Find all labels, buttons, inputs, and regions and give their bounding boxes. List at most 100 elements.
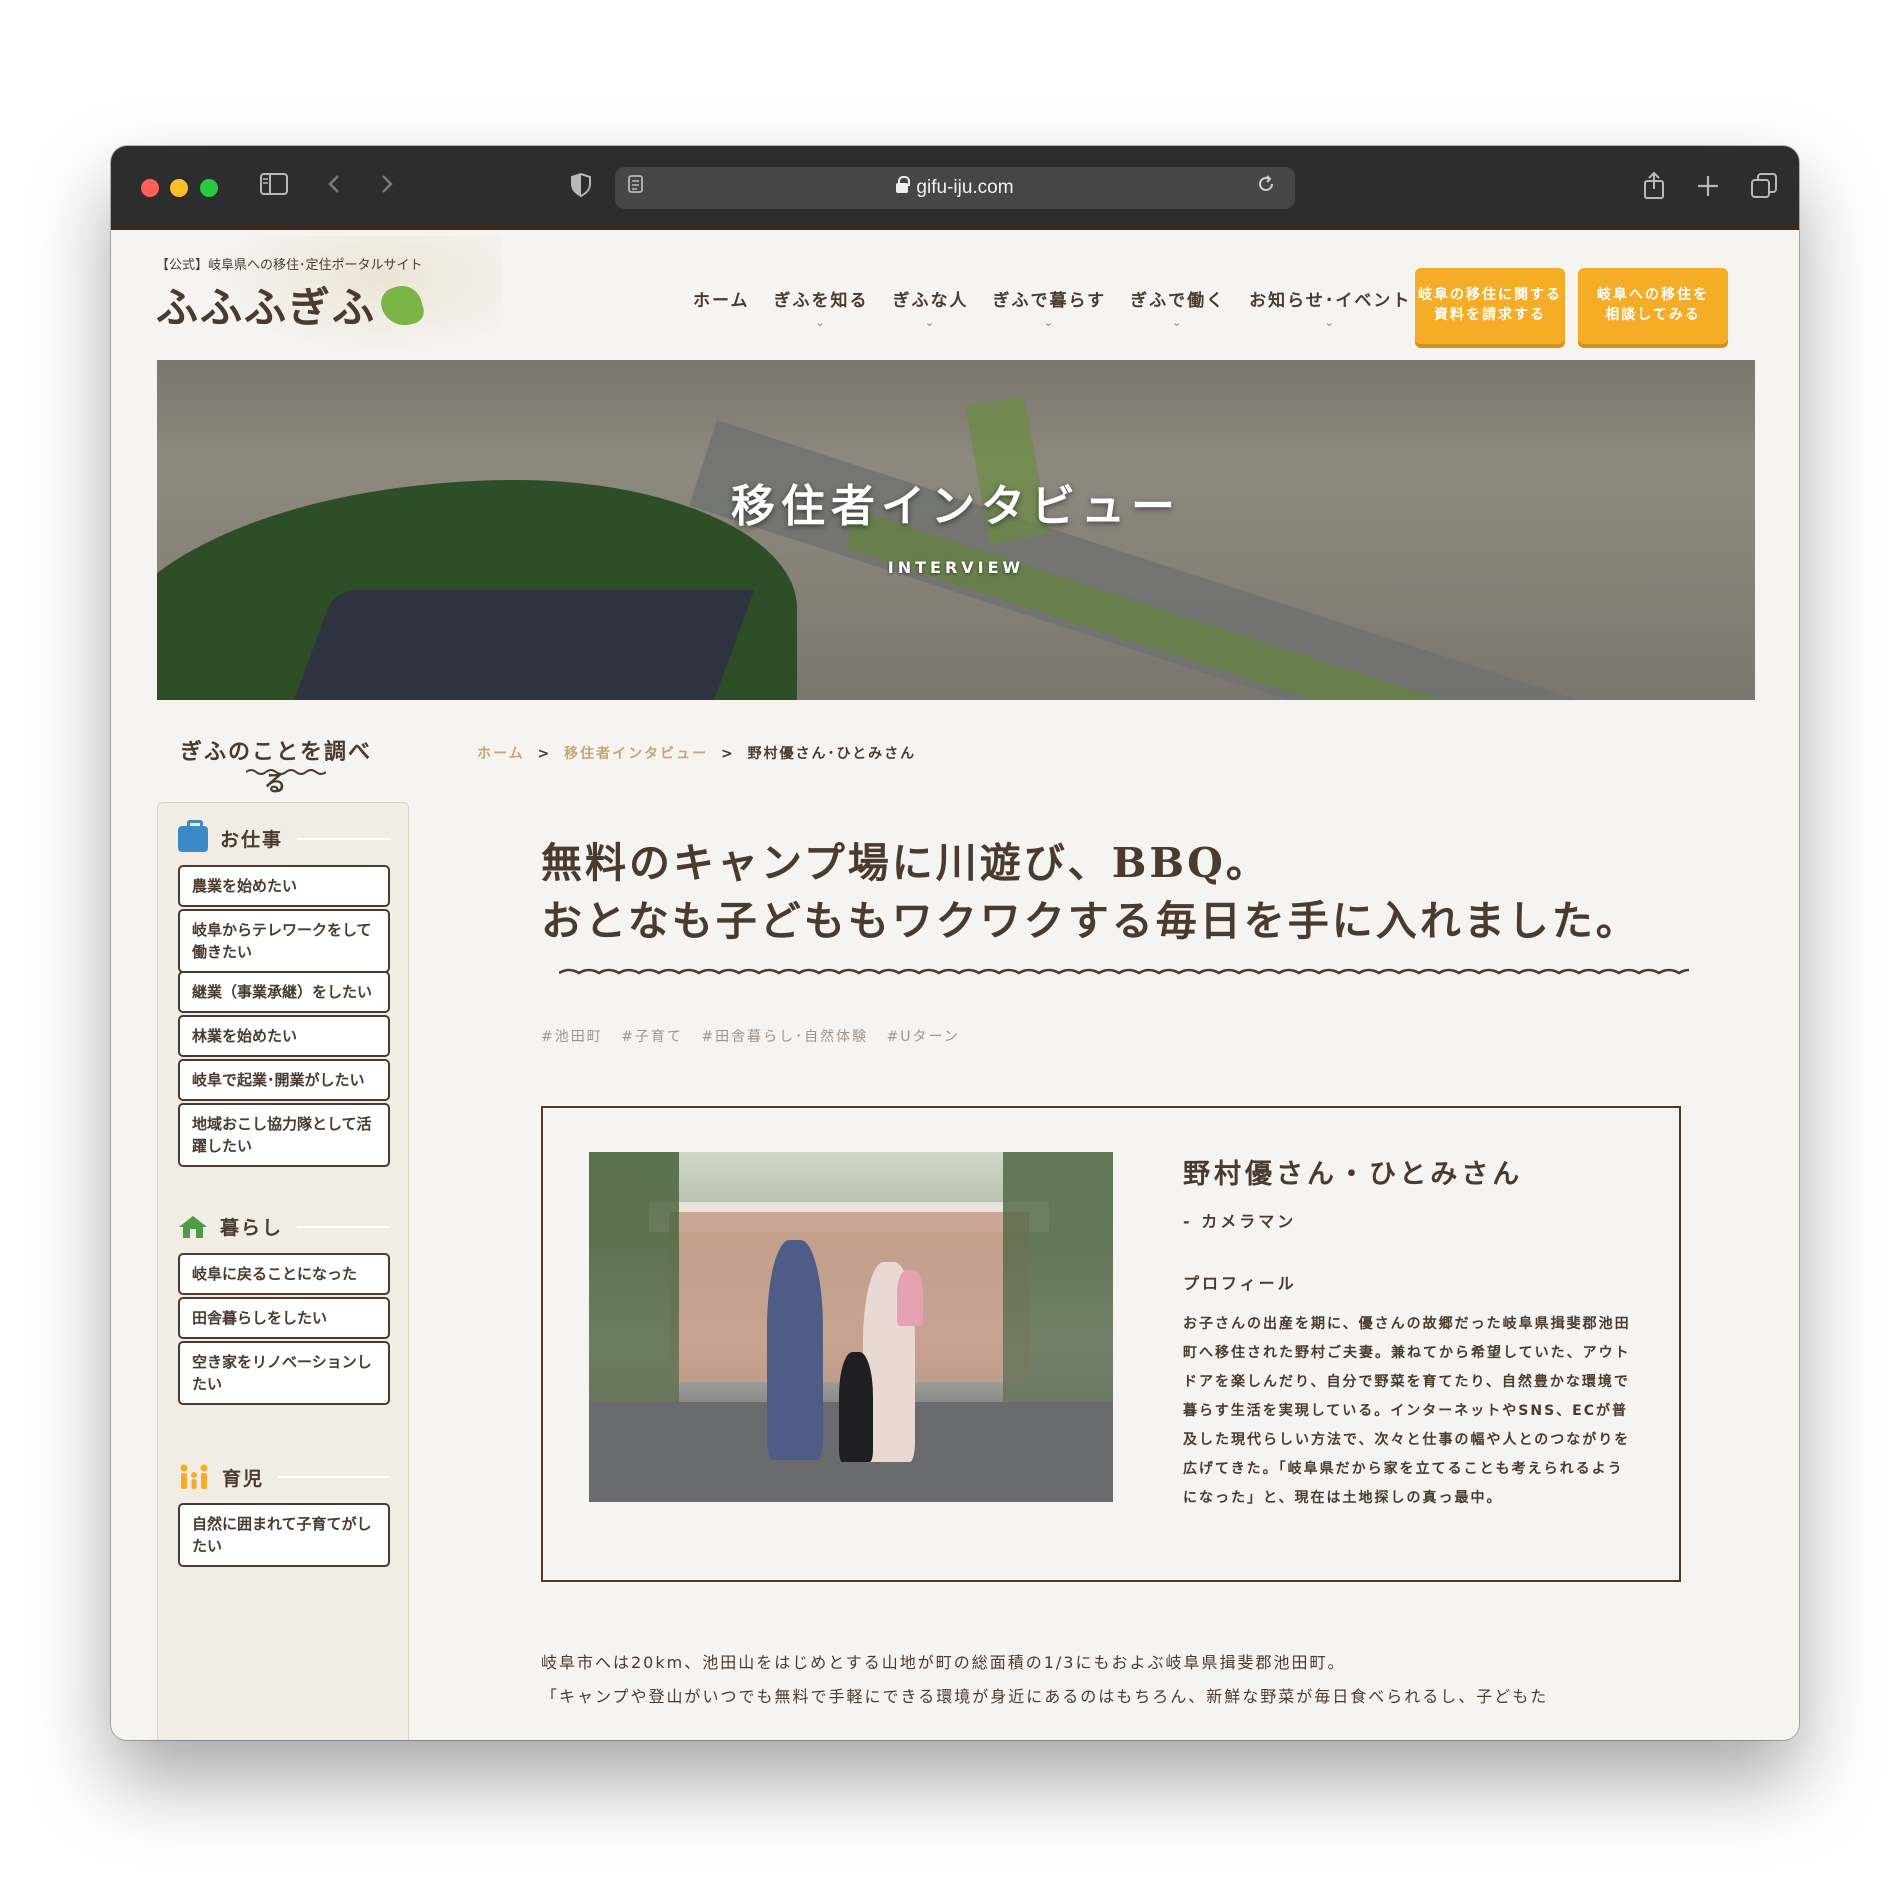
tag-link[interactable]: #Uターン [887,1029,960,1045]
nav-label: ぎふで暮らす [992,291,1107,311]
sidebar-link[interactable]: 自然に囲まれて子育てがしたい [178,1503,390,1567]
cta-line: 岐阜の移住に関する [1418,287,1562,303]
sidebar-section-childcare: 育児 [178,1463,390,1491]
close-window-button[interactable] [141,179,159,197]
chevron-down-icon: ⌄ [924,316,937,329]
sidebar-link[interactable]: 地域おこし協力隊として活躍したい [178,1103,390,1167]
lock-icon [896,176,911,193]
sidebar-link[interactable]: 岐阜で起業･開業がしたい [178,1059,390,1101]
breadcrumb: ホーム > 移住者インタビュー > 野村優さん･ひとみさん [477,743,916,763]
hero-subtitle: INTERVIEW [887,558,1025,577]
body-line: 「キャンプや登山がいつでも無料で手軽にできる環境が身近にあるのはもちろん、新鮮な… [541,1687,1549,1706]
cta-line: 資料を請求する [1434,307,1546,323]
tag-link[interactable]: #子育て [621,1029,683,1045]
profile-text: お子さんの出産を期に、優さんの故郷だった岐阜県揖斐郡池田町へ移住された野村ご夫妻… [1183,1316,1631,1506]
nav-label: ホーム [693,291,750,311]
sidebar-link[interactable]: 岐阜に戻ることになった [178,1253,390,1295]
breadcrumb-current: 野村優さん･ひとみさん [747,746,917,762]
photo-person [839,1352,873,1462]
chevron-down-icon: ⌄ [1043,316,1055,329]
cta-line: 岐阜への移住を [1597,287,1709,303]
nav-label: ぎふな人 [892,291,969,311]
chevron-down-icon: ⌄ [1172,316,1184,329]
url-text: gifu-iju.com [916,177,1014,198]
address-bar[interactable]: gifu-iju.com [615,167,1295,209]
nav-label: お知らせ･イベント [1249,291,1412,311]
profile-role: - カメラマン [1183,1212,1297,1231]
sidebar-link[interactable]: 岐阜からテレワークをして働きたい [178,909,390,973]
briefcase-icon [178,819,208,852]
web-page: 【公式】岐阜県への移住･定住ポータルサイト ふふふぎふ ホーム ぎふを知る ⌄ ぎ… [111,236,1799,1740]
section-label: 暮らし [220,1217,284,1239]
sidebar-panel: お仕事 農業を始めたい 岐阜からテレワークをして働きたい 継業（事業承継）をした… [157,802,409,1740]
nav-label: ぎふで働く [1130,291,1226,311]
sidebar-link[interactable]: 田舎暮らしをしたい [178,1297,390,1339]
share-icon[interactable] [1641,171,1667,205]
minimize-window-button[interactable] [170,179,188,197]
sidebar-link[interactable]: 空き家をリノベーションしたい [178,1341,390,1405]
request-materials-button[interactable]: 岐阜の移住に関する 資料を請求する [1415,268,1565,344]
sidebar-link[interactable]: 農業を始めたい [178,865,390,907]
breadcrumb-home[interactable]: ホーム [477,746,525,762]
sidebar-title: ぎふのことを調べる [179,740,372,797]
photo-person [897,1270,923,1326]
article-title: 無料のキャンプ場に川遊び、BBQ。 おとなも子どももワクワクする毎日を手に入れま… [541,834,1691,950]
nav-news-events[interactable]: お知らせ･イベント ⌄ [1237,286,1423,329]
nav-work-gifu[interactable]: ぎふで働く ⌄ [1118,286,1237,329]
nav-gifu-people[interactable]: ぎふな人 ⌄ [881,286,981,329]
article-title-line: 無料のキャンプ場に川遊び、BBQ。 [541,839,1270,887]
site-tagline: 【公式】岐阜県への移住･定住ポータルサイト [156,258,423,273]
privacy-shield-icon[interactable] [569,171,593,205]
zoom-window-button[interactable] [200,179,218,197]
section-divider [297,837,390,840]
house-icon [179,1215,207,1238]
tag-link[interactable]: #田舎暮らし･自然体験 [701,1029,868,1045]
breadcrumb-separator: > [720,746,735,762]
section-label: お仕事 [220,829,284,851]
profile-label: プロフィール [1183,1274,1297,1293]
consult-button[interactable]: 岐阜への移住を 相談してみる [1578,268,1728,344]
sidebar-section-living: 暮らし [178,1213,390,1240]
new-tab-icon[interactable] [1695,171,1721,205]
sidebar-toggle-icon[interactable] [259,171,289,205]
browser-window: gifu-iju.com 【公式】岐阜県への移住･定住ポータルサイト ふふふぎふ… [111,146,1799,1740]
tab-overview-icon[interactable] [1749,171,1779,205]
wave-divider [246,769,326,775]
forward-icon[interactable] [377,171,397,205]
cta-line: 相談してみる [1605,307,1701,323]
section-label: 育児 [222,1467,265,1490]
section-divider [278,1476,390,1478]
family-icon [180,1464,208,1489]
nav-know-gifu[interactable]: ぎふを知る ⌄ [762,286,881,329]
breadcrumb-section[interactable]: 移住者インタビュー [564,746,708,762]
nav-home[interactable]: ホーム [681,286,762,329]
article-body: 岐阜市へは20km、池田山をはじめとする山地が町の総面積の1/3にもおよぶ岐阜県… [541,1646,1741,1714]
body-line: 岐阜市へは20km、池田山をはじめとする山地が町の総面積の1/3にもおよぶ岐阜県… [541,1653,1346,1672]
sidebar-link[interactable]: 継業（事業承継）をしたい [178,971,390,1013]
title-wave-underline [559,968,1689,975]
hero-title: 移住者インタビュー [731,481,1181,532]
chevron-down-icon: ⌄ [1324,316,1336,329]
nav-label: ぎふを知る [773,291,869,311]
tag-link[interactable]: #池田町 [541,1029,603,1045]
chevron-down-icon: ⌄ [815,316,827,329]
family-photo [589,1152,1113,1502]
sidebar-section-work: お仕事 [178,819,390,852]
photo-person [767,1240,823,1460]
back-icon[interactable] [324,171,344,205]
sidebar-link[interactable]: 林業を始めたい [178,1015,390,1057]
profile-card: 野村優さん・ひとみさん - カメラマン プロフィール お子さんの出産を期に、優さ… [541,1106,1681,1582]
nav-live-gifu[interactable]: ぎふで暮らす ⌄ [981,286,1119,329]
site-logo[interactable]: ふふふぎふ [156,274,427,335]
profile-name: 野村優さん・ひとみさん [1183,1159,1524,1190]
logo-text: ふふふぎふ [156,283,377,332]
section-divider [297,1225,390,1228]
gifu-shape-icon [377,281,427,331]
reload-icon[interactable] [1255,171,1277,205]
article-title-line: おとなも子どももワクワクする毎日を手に入れました。 [541,897,1640,945]
browser-titlebar: gifu-iju.com [111,146,1799,230]
hero-banner: 移住者インタビュー INTERVIEW [157,360,1755,700]
url-display: gifu-iju.com [615,176,1295,199]
main-nav: ホーム ぎふを知る ⌄ ぎふな人 ⌄ ぎふで暮らす ⌄ ぎふで働く ⌄ お知らせ･イベン… [681,286,1423,329]
breadcrumb-separator: > [537,746,552,762]
